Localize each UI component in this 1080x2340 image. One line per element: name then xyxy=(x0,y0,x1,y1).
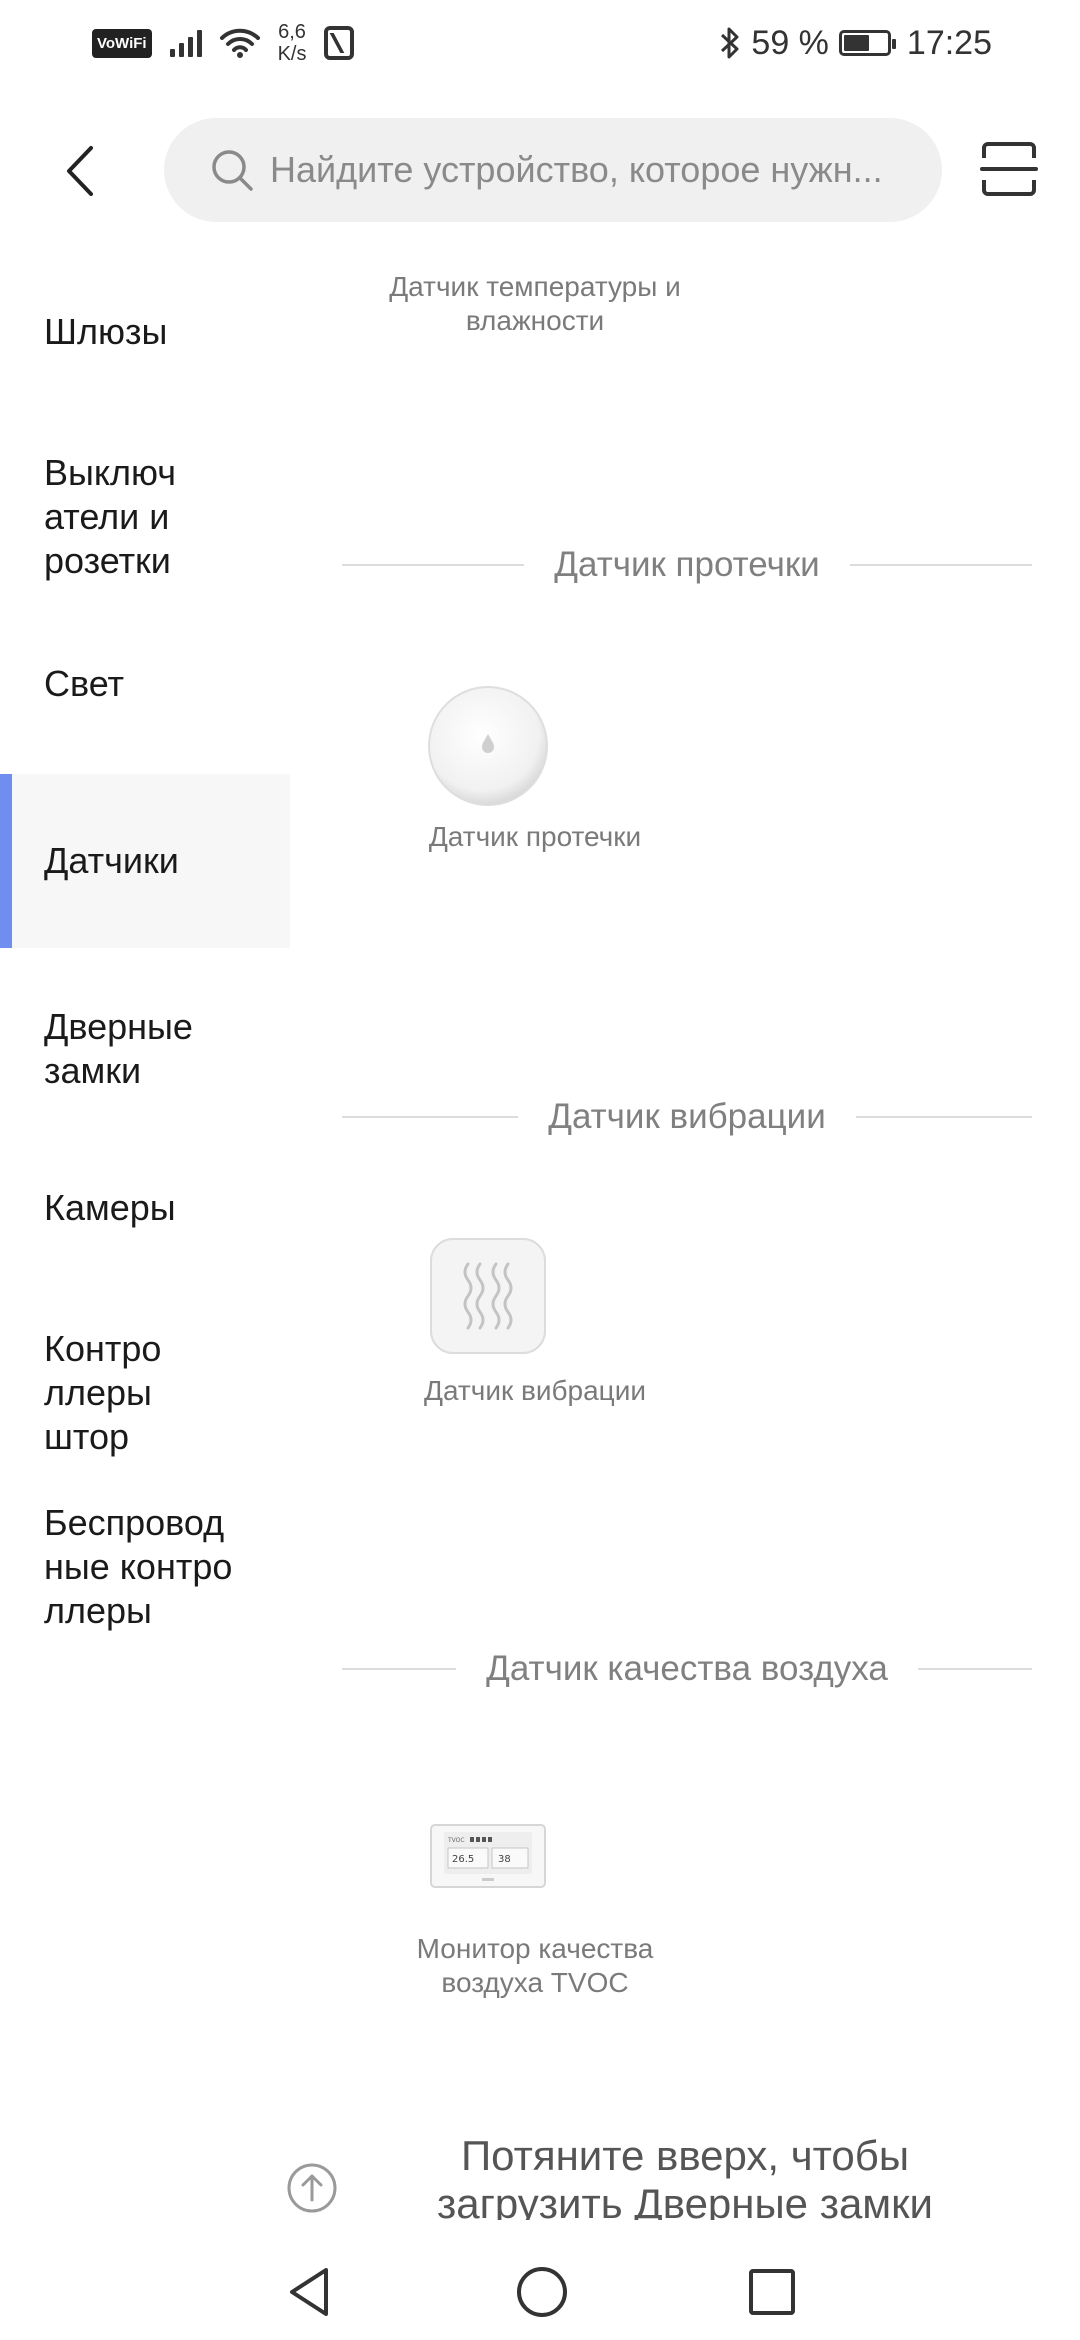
section-title: Датчик протечки xyxy=(554,545,820,584)
triangle-back-icon[interactable] xyxy=(280,2262,340,2322)
divider xyxy=(855,1116,1032,1118)
status-left: VoWiFi 6,6 K/s xyxy=(92,18,355,68)
product-label: Датчик протечки xyxy=(428,821,642,852)
status-bar: VoWiFi 6,6 K/s 59 % 17:25 xyxy=(0,0,1080,90)
search-bar[interactable]: Найдите устройство, которое нужн... xyxy=(164,118,942,222)
sidebar-item-sensors[interactable]: Датчики xyxy=(0,774,290,948)
product-card-water-leak[interactable] xyxy=(426,684,550,808)
vibration-sensor-icon xyxy=(430,1238,546,1354)
square-recents-icon[interactable] xyxy=(742,2262,802,2322)
divider xyxy=(342,1116,519,1118)
pull-to-load-hint: Потяните вверх, чтобы загрузить Дверные … xyxy=(436,2132,934,2220)
status-right: 59 % 17:25 xyxy=(719,18,992,68)
sidebar-item-label: Дверные замки xyxy=(44,1006,193,1091)
device-catalog-screen: VoWiFi 6,6 K/s 59 % 17:25 Найдите устрой… xyxy=(0,0,1080,2340)
sidebar-item-curtain-controllers[interactable]: Контро ллеры штор xyxy=(0,1314,290,1472)
sidebar-item-label: Свет xyxy=(44,663,125,704)
divider xyxy=(917,1668,1033,1670)
section-title: Датчик качества воздуха xyxy=(486,1649,888,1688)
product-card-temp-humidity[interactable]: Датчик температуры и влажности xyxy=(330,270,740,338)
sidebar-item-wireless-controllers[interactable]: Беспровод ные контро ллеры xyxy=(0,1488,290,1646)
wifi-icon xyxy=(219,28,260,58)
divider xyxy=(342,564,525,566)
search-icon xyxy=(212,150,253,191)
bluetooth-icon xyxy=(721,27,739,59)
arrow-up-circle-icon[interactable] xyxy=(286,2162,338,2214)
product-label: Датчик вибрации xyxy=(423,1375,647,1406)
network-speed-unit: K/s xyxy=(277,43,307,65)
vowifi-icon: VoWiFi xyxy=(92,28,152,58)
sidebar-item-label: Шлюзы xyxy=(44,311,168,352)
sidebar-item-label: Беспровод ные контро ллеры xyxy=(44,1502,233,1631)
screen-humidity: 38 xyxy=(498,1854,511,1865)
water-leak-sensor-icon xyxy=(428,686,548,806)
network-speed: 6,6 K/s xyxy=(278,21,307,65)
system-nav-bar xyxy=(0,2240,1080,2340)
section-header-air-quality: Датчик качества воздуха xyxy=(342,1644,1033,1694)
sidebar-item-gateways[interactable]: Шлюзы xyxy=(0,290,290,374)
sidebar-item-label: Камеры xyxy=(44,1187,176,1228)
sidebar-item-label: Контро ллеры штор xyxy=(44,1328,162,1457)
battery-fill xyxy=(843,35,869,51)
sidebar-item-label: Выключ атели и розетки xyxy=(44,452,177,581)
signal-icon xyxy=(169,29,202,57)
circle-home-icon[interactable] xyxy=(512,2262,572,2322)
nfc-icon xyxy=(324,26,355,60)
category-sidebar: Шлюзы Выключ атели и розетки Свет Датчик… xyxy=(0,260,290,2220)
sidebar-item-cameras[interactable]: Камеры xyxy=(0,1166,290,1250)
sidebar-item-switches[interactable]: Выключ атели и розетки xyxy=(0,438,290,596)
sidebar-item-label: Датчики xyxy=(44,840,179,881)
sidebar-item-door-locks[interactable]: Дверные замки xyxy=(0,990,290,1108)
section-header-water-leak: Датчик протечки xyxy=(342,540,1032,590)
product-card-air-quality[interactable]: TVOC 26.5 38 xyxy=(430,1824,546,1888)
divider xyxy=(342,1668,457,1670)
battery-percent: 59 % xyxy=(751,23,829,62)
section-title: Датчик вибрации xyxy=(548,1097,826,1136)
search-input[interactable]: Найдите устройство, которое нужн... xyxy=(270,149,910,191)
scan-icon[interactable] xyxy=(980,140,1038,198)
screen-tag: TVOC xyxy=(447,1837,465,1844)
clock: 17:25 xyxy=(906,23,992,62)
sidebar-item-light[interactable]: Свет xyxy=(0,642,290,726)
divider xyxy=(849,564,1032,566)
chevron-left-icon xyxy=(67,146,93,196)
product-label: Монитор качества воздуха TVOC xyxy=(416,1933,654,1998)
section-header-vibration: Датчик вибрации xyxy=(342,1092,1032,1142)
back-button[interactable] xyxy=(50,136,110,206)
battery-icon xyxy=(838,30,896,56)
network-speed-value: 6,6 xyxy=(278,21,306,43)
product-list: Датчик температуры и влажности Датчик пр… xyxy=(290,260,1080,2220)
air-quality-monitor-icon: TVOC 26.5 38 xyxy=(430,1824,546,1888)
product-card-vibration[interactable] xyxy=(428,1236,548,1356)
screen-temperature: 26.5 xyxy=(452,1854,474,1865)
